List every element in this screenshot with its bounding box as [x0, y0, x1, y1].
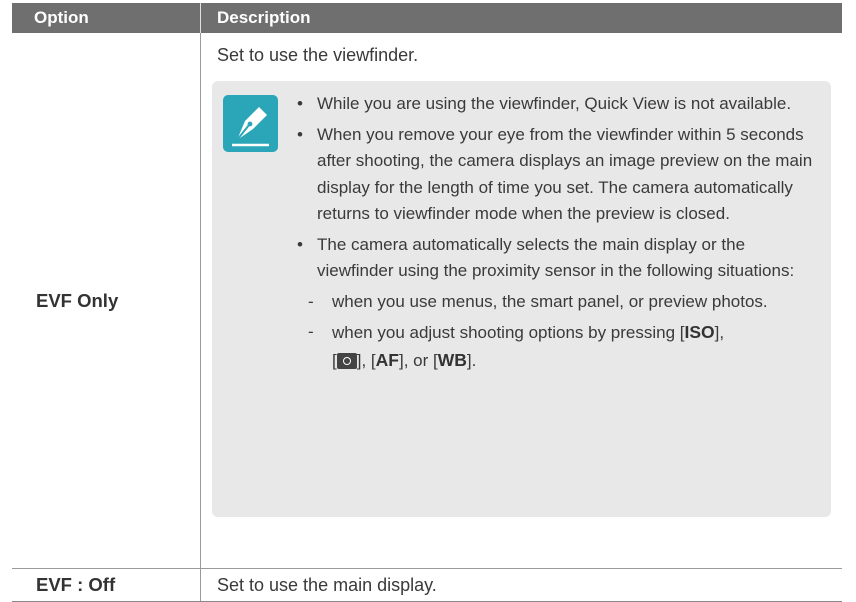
- option-evf-only: EVF Only: [12, 33, 201, 568]
- subitem-text: when you adjust shooting options by pres…: [332, 323, 685, 342]
- note-subitem: when you adjust shooting options by pres…: [292, 319, 817, 374]
- subitem-sep: ],: [714, 323, 725, 342]
- option-evf-off: EVF : Off: [12, 569, 201, 601]
- options-table: Option Description EVF Only Set to use t…: [12, 3, 842, 602]
- note-box: While you are using the viewfinder, Quic…: [212, 81, 831, 517]
- metering-icon: [336, 352, 357, 369]
- table-row: EVF : Off Set to use the main display.: [12, 569, 842, 601]
- note-item: When you remove your eye from the viewfi…: [292, 122, 817, 228]
- subitem-sep: ], or [: [398, 350, 438, 370]
- af-key: AF: [375, 349, 399, 370]
- table-header: Option Description: [12, 3, 842, 33]
- header-description: Description: [217, 8, 311, 27]
- note-subitem: when you use menus, the smart panel, or …: [292, 289, 817, 316]
- table-row: EVF Only Set to use the viewfinder. Whil…: [12, 33, 842, 569]
- description-lead: Set to use the viewfinder.: [217, 45, 419, 65]
- description-evf-off: Set to use the main display.: [217, 574, 437, 595]
- note-item: While you are using the viewfinder, Quic…: [292, 91, 817, 118]
- pen-nib-note-icon: [223, 95, 278, 152]
- iso-key: ISO: [684, 322, 715, 342]
- note-list: While you are using the viewfinder, Quic…: [292, 91, 817, 378]
- wb-key: WB: [437, 349, 467, 370]
- note-item: The camera automatically selects the mai…: [292, 232, 817, 285]
- header-option: Option: [12, 3, 201, 33]
- subitem-sep: ], [: [356, 350, 376, 370]
- subitem-end: ].: [466, 350, 477, 370]
- description-evf-only: Set to use the viewfinder. While you are…: [201, 33, 842, 568]
